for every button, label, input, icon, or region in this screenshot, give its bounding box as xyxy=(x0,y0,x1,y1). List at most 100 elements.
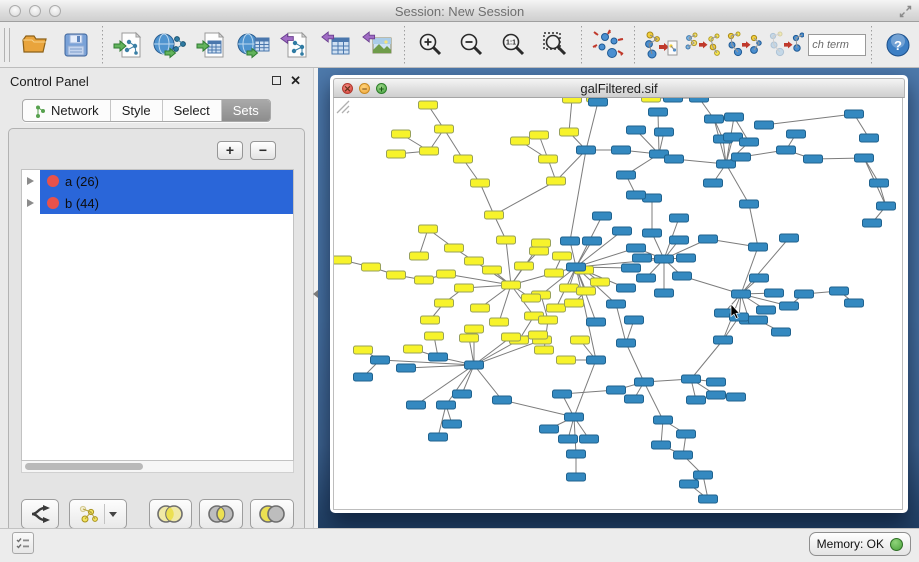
zoom-out-button[interactable] xyxy=(452,26,494,64)
network-node[interactable] xyxy=(420,147,439,155)
network-node[interactable] xyxy=(613,227,632,235)
zoom-in-button[interactable] xyxy=(410,26,452,64)
network-node[interactable] xyxy=(680,480,699,488)
network-node[interactable] xyxy=(465,257,484,265)
expand-arrow-icon[interactable] xyxy=(27,199,34,207)
network-node[interactable] xyxy=(863,219,882,227)
network-node[interactable] xyxy=(765,289,784,297)
network-difference-button[interactable] xyxy=(682,26,724,64)
network-node[interactable] xyxy=(612,146,631,154)
network-canvas[interactable] xyxy=(333,98,903,510)
list-item-set-b[interactable]: b (44) xyxy=(22,192,293,214)
tab-style[interactable]: Style xyxy=(110,100,162,121)
network-svg[interactable] xyxy=(334,98,902,508)
task-history-button[interactable] xyxy=(12,532,34,554)
network-node[interactable] xyxy=(732,153,751,161)
network-node[interactable] xyxy=(687,396,706,404)
network-node[interactable] xyxy=(547,304,566,312)
network-node[interactable] xyxy=(415,276,434,284)
network-node[interactable] xyxy=(539,316,558,324)
chevron-down-icon[interactable] xyxy=(109,512,117,517)
network-node[interactable] xyxy=(397,364,416,372)
network-node[interactable] xyxy=(674,451,693,459)
network-edge[interactable] xyxy=(499,285,511,322)
network-node[interactable] xyxy=(607,300,626,308)
network-edge[interactable] xyxy=(480,183,494,215)
network-node[interactable] xyxy=(571,336,590,344)
network-node[interactable] xyxy=(460,334,479,342)
network-node[interactable] xyxy=(560,128,579,136)
network-intersection-button[interactable] xyxy=(723,26,765,64)
network-node[interactable] xyxy=(655,255,674,263)
network-node[interactable] xyxy=(567,473,586,481)
network-node[interactable] xyxy=(577,146,596,154)
toolbar-drag-handle[interactable] xyxy=(4,28,10,62)
network-node[interactable] xyxy=(565,299,584,307)
network-node[interactable] xyxy=(591,278,610,286)
network-node[interactable] xyxy=(404,345,423,353)
network-node[interactable] xyxy=(845,299,864,307)
network-node[interactable] xyxy=(471,179,490,187)
network-node[interactable] xyxy=(577,287,596,295)
remove-set-button[interactable]: − xyxy=(250,141,276,160)
network-edge[interactable] xyxy=(626,343,644,382)
network-node[interactable] xyxy=(607,386,626,394)
network-node[interactable] xyxy=(780,302,799,310)
network-node[interactable] xyxy=(670,236,689,244)
network-node[interactable] xyxy=(677,430,696,438)
network-edge[interactable] xyxy=(506,240,511,285)
network-node[interactable] xyxy=(539,155,558,163)
import-network-web-button[interactable] xyxy=(150,26,192,64)
network-node[interactable] xyxy=(435,299,454,307)
import-table-file-button[interactable] xyxy=(191,26,233,64)
network-node[interactable] xyxy=(557,356,576,364)
network-node[interactable] xyxy=(617,339,636,347)
network-node[interactable] xyxy=(707,391,726,399)
network-node[interactable] xyxy=(490,318,509,326)
network-node[interactable] xyxy=(682,375,701,383)
network-node[interactable] xyxy=(429,353,448,361)
export-table-button[interactable] xyxy=(316,26,358,64)
network-node[interactable] xyxy=(670,214,689,222)
add-set-button[interactable]: + xyxy=(217,141,243,160)
fullscreen-icon[interactable] xyxy=(899,5,912,18)
network-node[interactable] xyxy=(870,179,889,187)
network-node[interactable] xyxy=(530,131,549,139)
help-button[interactable]: ? xyxy=(877,26,919,64)
network-edge[interactable] xyxy=(474,340,542,365)
network-node[interactable] xyxy=(617,284,636,292)
network-node[interactable] xyxy=(845,110,864,118)
split-sets-button[interactable] xyxy=(21,499,59,529)
zoom-1-1-button[interactable]: 1:1 xyxy=(493,26,535,64)
search-input[interactable] xyxy=(808,34,866,56)
network-node[interactable] xyxy=(617,171,636,179)
network-edge[interactable] xyxy=(726,164,749,204)
network-node[interactable] xyxy=(532,239,551,247)
network-node[interactable] xyxy=(502,281,521,289)
network-edge[interactable] xyxy=(502,400,574,417)
network-window-titlebar[interactable]: ✕ − + galFiltered.sif xyxy=(333,78,905,98)
export-image-button[interactable] xyxy=(358,26,400,64)
network-node[interactable] xyxy=(593,212,612,220)
network-node[interactable] xyxy=(795,290,814,298)
network-node[interactable] xyxy=(635,378,654,386)
network-node[interactable] xyxy=(690,98,709,102)
network-node[interactable] xyxy=(705,115,724,123)
network-node[interactable] xyxy=(419,101,438,109)
network-node[interactable] xyxy=(485,211,504,219)
network-node[interactable] xyxy=(530,247,549,255)
network-edge[interactable] xyxy=(586,102,598,150)
network-node[interactable] xyxy=(334,256,352,264)
horizontal-scrollbar[interactable] xyxy=(21,461,294,473)
resize-grip-icon[interactable] xyxy=(334,98,350,114)
network-node[interactable] xyxy=(553,390,572,398)
network-edge[interactable] xyxy=(576,231,622,267)
network-node[interactable] xyxy=(540,425,559,433)
network-edge[interactable] xyxy=(574,360,596,417)
network-node[interactable] xyxy=(627,191,646,199)
network-node[interactable] xyxy=(707,378,726,386)
network-node[interactable] xyxy=(855,154,874,162)
network-node[interactable] xyxy=(445,244,464,252)
network-node[interactable] xyxy=(727,393,746,401)
tab-select[interactable]: Select xyxy=(162,100,221,121)
